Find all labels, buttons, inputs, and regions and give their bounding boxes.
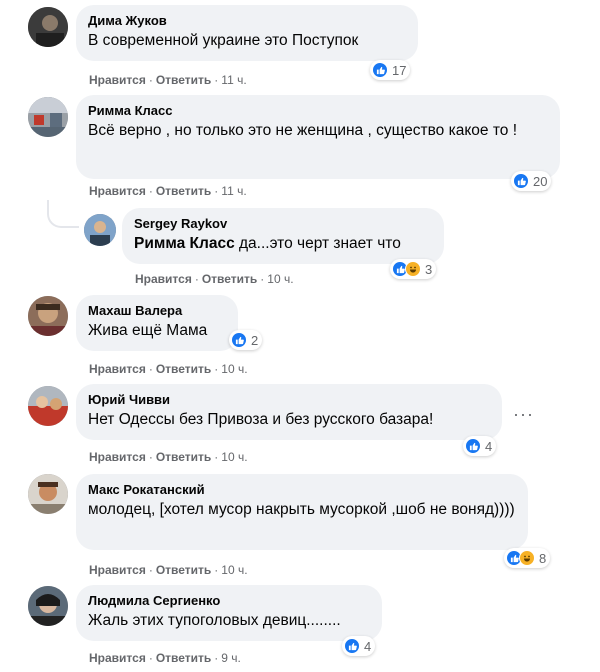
- comment-bubble: Дима Жуков В современной украине это Пос…: [76, 5, 418, 61]
- comment-bubble: Макс Рокатанский молодец, [хотел мусор н…: [76, 474, 528, 550]
- like-icon: [231, 332, 247, 348]
- separator: ·: [214, 184, 219, 198]
- comment-text: В современной украине это Поступок: [88, 32, 359, 49]
- avatar[interactable]: [28, 586, 68, 626]
- comment-actions: Нравится · Ответить · 11 ч.: [89, 183, 247, 199]
- comment-actions: Нравится · Ответить · 10 ч.: [89, 449, 248, 465]
- reaction-counter[interactable]: 20: [511, 171, 552, 191]
- reaction-count: 4: [485, 438, 493, 454]
- comment-bubble: Людмила Сергиенко Жаль этих тупоголовых …: [76, 585, 382, 641]
- reply-thread-line: [47, 200, 79, 228]
- comment-actions: Нравится · Ответить · 9 ч.: [89, 650, 241, 666]
- separator: ·: [214, 563, 219, 577]
- separator: ·: [214, 362, 219, 376]
- like-icon: [344, 638, 360, 654]
- like-icon: [465, 438, 481, 454]
- reaction-count: 2: [251, 332, 259, 348]
- separator: ·: [148, 184, 153, 198]
- reaction-count: 8: [539, 550, 547, 566]
- mention-link[interactable]: Римма Класс: [134, 235, 235, 252]
- like-link[interactable]: Нравится: [89, 73, 146, 87]
- comment-actions: Нравится · Ответить · 10 ч.: [89, 361, 248, 377]
- reaction-counter[interactable]: 4: [342, 636, 376, 656]
- comment-author[interactable]: Людмила Сергиенко: [88, 593, 370, 609]
- reply-link[interactable]: Ответить: [156, 563, 211, 577]
- separator: ·: [148, 563, 153, 577]
- haha-icon: [519, 550, 535, 566]
- separator: ·: [148, 73, 153, 87]
- comment-author[interactable]: Римма Класс: [88, 103, 548, 119]
- more-options-icon[interactable]: ···: [513, 405, 534, 423]
- comment-actions: Нравится · Ответить · 11 ч.: [89, 72, 247, 88]
- like-link[interactable]: Нравится: [89, 651, 146, 665]
- separator: ·: [148, 651, 153, 665]
- separator: ·: [214, 651, 219, 665]
- comment-bubble: Махаш Валера Жива ещё Мама: [76, 295, 238, 351]
- separator: ·: [148, 450, 153, 464]
- avatar[interactable]: [28, 97, 68, 137]
- like-link[interactable]: Нравится: [89, 450, 146, 464]
- separator: ·: [148, 362, 153, 376]
- reaction-count: 20: [533, 173, 548, 189]
- separator: ·: [194, 272, 199, 286]
- like-icon: [513, 173, 529, 189]
- avatar[interactable]: [84, 214, 116, 246]
- comment-author[interactable]: Махаш Валера: [88, 303, 226, 319]
- avatar[interactable]: [28, 386, 68, 426]
- comment-actions: Нравится · Ответить · 10 ч.: [135, 271, 294, 287]
- like-icon: [372, 62, 388, 78]
- comment-time[interactable]: 10 ч.: [267, 272, 293, 286]
- like-link[interactable]: Нравится: [89, 362, 146, 376]
- comment-time[interactable]: 9 ч.: [221, 651, 241, 665]
- comment-author[interactable]: Sergey Raykov: [134, 216, 432, 232]
- reaction-count: 4: [364, 638, 372, 654]
- haha-icon: [405, 261, 421, 277]
- like-link[interactable]: Нравится: [89, 184, 146, 198]
- like-link[interactable]: Нравится: [89, 563, 146, 577]
- comment-text: Нет Одессы без Привоза и без русского ба…: [88, 411, 434, 428]
- comment-text: молодец, [хотел мусор накрыть мусоркой ,…: [88, 501, 515, 518]
- reaction-counter[interactable]: 2: [229, 330, 263, 350]
- comment-author[interactable]: Юрий Чивви: [88, 392, 490, 408]
- reaction-counter[interactable]: 8: [504, 548, 551, 568]
- comment-text: Всё верно , но только это не женщина , с…: [88, 122, 518, 139]
- reply-link[interactable]: Ответить: [156, 450, 211, 464]
- like-link[interactable]: Нравится: [135, 272, 192, 286]
- avatar[interactable]: [28, 7, 68, 47]
- comment-time[interactable]: 10 ч.: [221, 450, 247, 464]
- reaction-count: 3: [425, 261, 433, 277]
- reply-link[interactable]: Ответить: [202, 272, 257, 286]
- comment-actions: Нравится · Ответить · 10 ч.: [89, 562, 248, 578]
- comment-text: Римма Класс да...это черт знает что: [134, 234, 432, 254]
- reaction-counter[interactable]: 17: [370, 60, 411, 80]
- separator: ·: [214, 450, 219, 464]
- reply-link[interactable]: Ответить: [156, 73, 211, 87]
- comment-text: Жива ещё Мама: [88, 322, 208, 339]
- comment-time[interactable]: 10 ч.: [221, 362, 247, 376]
- reaction-counter[interactable]: 4: [463, 436, 497, 456]
- comment-bubble: Sergey Raykov Римма Класс да...это черт …: [122, 208, 444, 264]
- comment-time[interactable]: 11 ч.: [221, 184, 246, 198]
- comment-text: Жаль этих тупоголовых девиц........: [88, 612, 341, 629]
- reply-link[interactable]: Ответить: [156, 362, 211, 376]
- reply-link[interactable]: Ответить: [156, 184, 211, 198]
- avatar[interactable]: [28, 474, 68, 514]
- comment-author[interactable]: Макс Рокатанский: [88, 482, 516, 498]
- reaction-count: 17: [392, 62, 407, 78]
- comment-time[interactable]: 10 ч.: [221, 563, 247, 577]
- comment-author[interactable]: Дима Жуков: [88, 13, 406, 29]
- comment-bubble: Римма Класс Всё верно , но только это не…: [76, 95, 560, 179]
- reaction-counter[interactable]: 3: [390, 259, 437, 279]
- separator: ·: [214, 73, 219, 87]
- comment-time[interactable]: 11 ч.: [221, 73, 246, 87]
- separator: ·: [260, 272, 265, 286]
- comment-bubble: Юрий Чивви Нет Одессы без Привоза и без …: [76, 384, 502, 440]
- reply-link[interactable]: Ответить: [156, 651, 211, 665]
- avatar[interactable]: [28, 296, 68, 336]
- comment-text-body: да...это черт знает что: [234, 235, 401, 252]
